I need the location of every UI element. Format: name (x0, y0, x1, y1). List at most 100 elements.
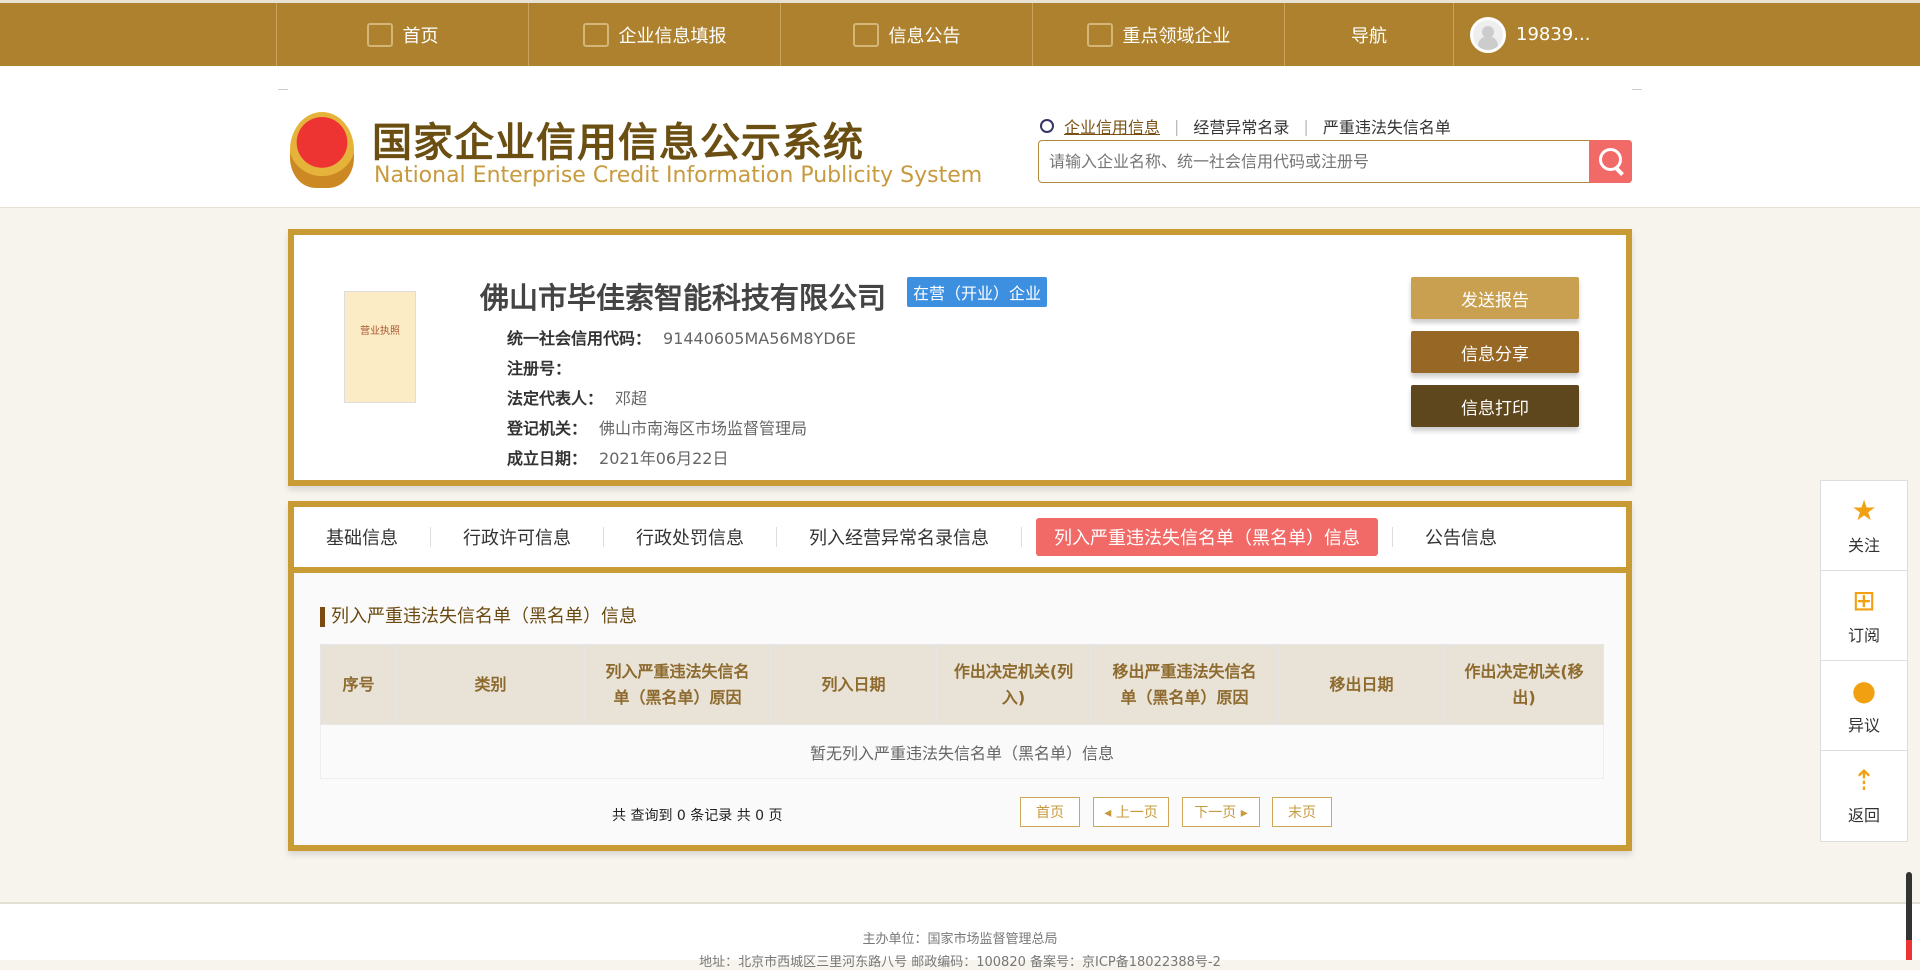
separator (776, 527, 777, 547)
search-box (1038, 140, 1632, 183)
tab-basic-info[interactable]: 基础信息 (308, 518, 416, 556)
float-label: 异议 (1847, 715, 1880, 735)
company-card: 营业执照 佛山市毕佳索智能科技有限公司 在营（开业）企业 统一社会信用代码： 91… (288, 229, 1632, 486)
field-value: 2021年06月22日 (599, 449, 729, 468)
first-page-button[interactable]: 首页 (1020, 797, 1080, 827)
plus-icon: ⊞ (1852, 583, 1876, 617)
pen-icon (582, 22, 609, 47)
nav-label: 企业信息填报 (618, 25, 727, 47)
search-button[interactable] (1589, 140, 1632, 183)
tab-admin-penalty[interactable]: 行政处罚信息 (618, 518, 762, 556)
separator (1392, 527, 1393, 547)
tab-abnormal-list[interactable]: 列入经营异常名录信息 (791, 518, 1007, 556)
field-label: 登记机关： (507, 419, 588, 438)
search-input[interactable] (1039, 141, 1579, 182)
share-info-button[interactable]: 信息分享 (1411, 331, 1579, 373)
column-header: 类别 (396, 644, 585, 725)
tab-blacklist[interactable]: 列入严重违法失信名单（黑名单）信息 (1036, 518, 1378, 556)
print-info-button[interactable]: 信息打印 (1411, 385, 1579, 427)
link-abnormal-list[interactable]: 经营异常名录 (1193, 114, 1289, 138)
field-reg-no: 注册号： (507, 355, 583, 379)
user-menu[interactable]: 19839... (1453, 3, 1613, 66)
blacklist-table: 序号 类别 列入严重违法失信名单（黑名单）原因 列入日期 作出决定机关(列入) … (320, 644, 1604, 779)
field-label: 统一社会信用代码： (507, 329, 652, 348)
tab-bar: 基础信息 行政许可信息 行政处罚信息 列入经营异常名录信息 列入严重违法失信名单… (294, 507, 1626, 573)
field-label: 成立日期： (507, 449, 588, 468)
search-icon (1040, 119, 1054, 133)
nav-navigation[interactable]: 导航 (1284, 3, 1453, 66)
tab-announcement[interactable]: 公告信息 (1407, 518, 1515, 556)
license-label: 营业执照 (360, 326, 400, 337)
nav-info-report[interactable]: 企业信息填报 (528, 3, 780, 66)
thermometer-icon (1906, 872, 1912, 960)
search-type-links: 企业信用信息 | 经营异常名录 | 严重违法失信名单 (1040, 114, 1451, 138)
column-header: 移出严重违法失信名单（黑名单）原因 (1090, 644, 1279, 725)
field-legal-rep: 法定代表人： 邓超 (507, 385, 647, 409)
field-value: 邓超 (615, 389, 648, 408)
float-label: 返回 (1847, 806, 1880, 825)
speaker-icon (1086, 22, 1113, 47)
star-icon: ★ (1851, 493, 1877, 527)
footer-address: 地址：北京市西城区三里河东路八号 邮政编码：100820 备案号：京ICP备18… (699, 955, 1221, 970)
table-row: 暂无列入严重违法失信名单（黑名单）信息 (320, 724, 1604, 779)
nav-announcement[interactable]: 信息公告 (780, 3, 1032, 66)
nav-key-enterprises[interactable]: 重点领域企业 (1032, 3, 1284, 66)
field-founded: 成立日期： 2021年06月22日 (507, 445, 728, 469)
link-blacklist[interactable]: 严重违法失信名单 (1323, 114, 1451, 138)
field-value: 91440605MA56M8YD6E (663, 329, 856, 348)
site-title: 国家企业信用信息公示系统 (372, 120, 864, 166)
nav-label: 首页 (402, 25, 439, 47)
monitor-icon (366, 22, 393, 47)
section-title: 列入严重违法失信名单（黑名单）信息 (320, 607, 637, 627)
float-label: 关注 (1847, 535, 1880, 555)
separator (430, 527, 431, 547)
separator: | (1174, 116, 1180, 136)
field-authority: 登记机关： 佛山市南海区市场监督管理局 (507, 415, 807, 439)
top-nav: 首页 企业信息填报 信息公告 重点领域企业 导航 19839... (0, 0, 1920, 66)
separator: | (1303, 116, 1309, 136)
divider (1632, 89, 1642, 90)
send-report-button[interactable]: 发送报告 (1411, 277, 1579, 319)
prev-page-button[interactable]: ◂ 上一页 (1093, 797, 1169, 827)
national-emblem-icon (290, 112, 354, 188)
follow-button[interactable]: ★ 关注 (1821, 481, 1907, 571)
username: 19839... (1516, 24, 1591, 45)
header: 国家企业信用信息公示系统 National Enterprise Credit … (0, 66, 1920, 208)
next-page-button[interactable]: 下一页 ▸ (1182, 797, 1260, 827)
column-header: 作出决定机关(列入) (936, 644, 1091, 725)
nav-label: 导航 (1351, 25, 1387, 47)
arrow-up-icon: ⇡ (1852, 764, 1876, 797)
divider (278, 89, 288, 90)
objection-button[interactable]: ● 异议 (1821, 661, 1907, 751)
status-badge: 在营（开业）企业 (907, 277, 1048, 307)
site-subtitle: National Enterprise Credit Information P… (374, 163, 983, 188)
company-name: 佛山市毕佳索智能科技有限公司 (480, 281, 887, 315)
footer: 主办单位：国家市场监督管理总局 地址：北京市西城区三里河东路八号 邮政编码：10… (0, 902, 1920, 970)
field-label: 法定代表人： (507, 389, 604, 408)
footer-sponsor: 主办单位：国家市场监督管理总局 (862, 932, 1058, 947)
subscribe-button[interactable]: ⊞ 订阅 (1821, 571, 1907, 661)
pager-info: 共 查询到 0 条记录 共 0 页 (612, 808, 783, 824)
float-label: 订阅 (1847, 625, 1880, 645)
separator (603, 527, 604, 547)
field-label: 注册号： (507, 359, 572, 378)
nav-label: 信息公告 (888, 25, 961, 47)
table-header: 序号 类别 列入严重违法失信名单（黑名单）原因 列入日期 作出决定机关(列入) … (320, 644, 1604, 725)
last-page-button[interactable]: 末页 (1272, 797, 1332, 827)
empty-message: 暂无列入严重违法失信名单（黑名单）信息 (320, 724, 1604, 779)
separator (1021, 527, 1022, 547)
link-credit-info[interactable]: 企业信用信息 (1064, 114, 1160, 138)
business-license-image[interactable]: 营业执照 (344, 291, 416, 403)
tab-admin-license[interactable]: 行政许可信息 (445, 518, 589, 556)
field-credit-code: 统一社会信用代码： 91440605MA56M8YD6E (507, 325, 856, 349)
column-header: 作出决定机关(移出) (1444, 644, 1604, 725)
column-header: 列入严重违法失信名单（黑名单）原因 (584, 644, 771, 725)
nav-home[interactable]: 首页 (276, 3, 528, 66)
avatar (1470, 16, 1506, 53)
column-header: 序号 (320, 644, 397, 725)
column-header: 列入日期 (770, 644, 937, 725)
chat-icon: ● (1851, 673, 1877, 707)
back-to-top-button[interactable]: ⇡ 返回 (1821, 751, 1907, 841)
floating-toolbar: ★ 关注 ⊞ 订阅 ● 异议 ⇡ 返回 (1820, 480, 1908, 842)
field-value: 佛山市南海区市场监督管理局 (599, 419, 808, 438)
